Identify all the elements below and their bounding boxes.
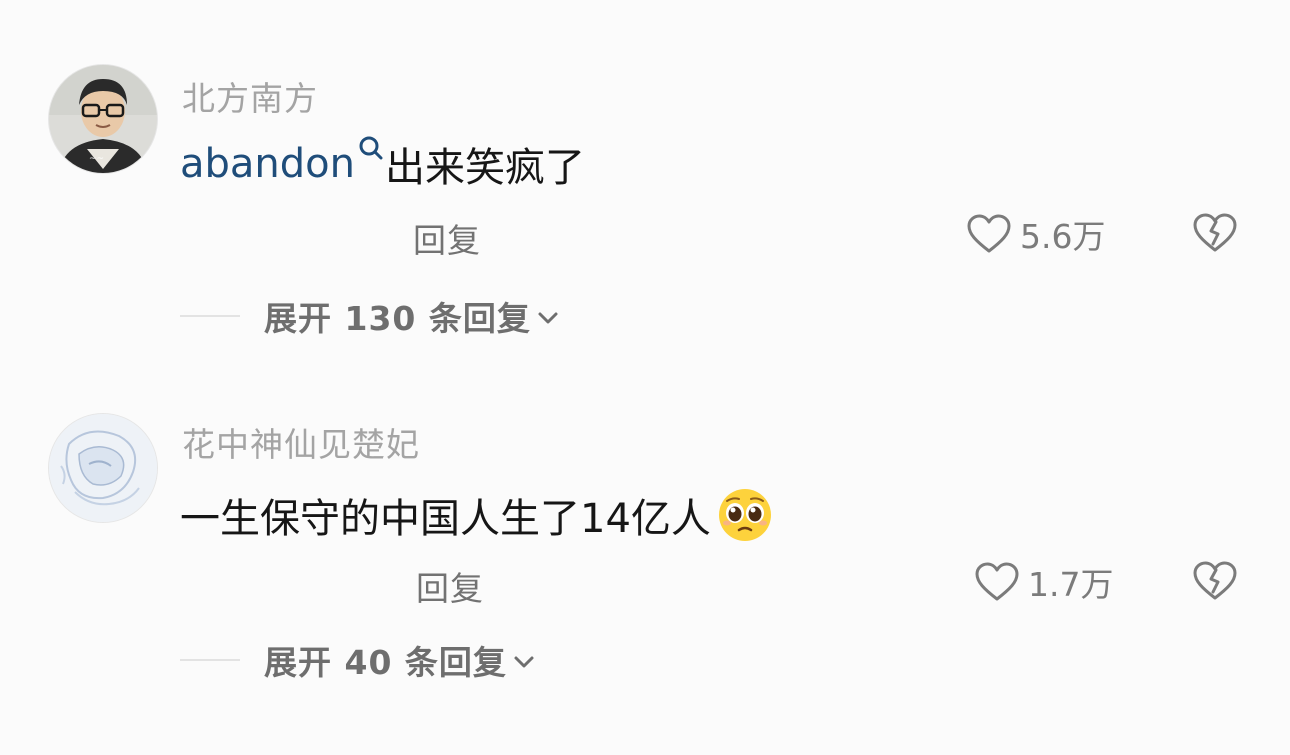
broken-heart-icon: [1193, 561, 1237, 600]
user-avatar[interactable]: ~~: [48, 64, 158, 174]
dislike-button[interactable]: [1192, 558, 1238, 604]
avatar-blue-sketch-icon: [49, 414, 157, 522]
broken-heart-icon: [1193, 213, 1237, 252]
divider-line: [180, 659, 240, 661]
like-count: 1.7万: [1028, 565, 1114, 604]
reply-button[interactable]: 回复: [416, 562, 484, 610]
comment-body: 出来笑疯了: [384, 145, 585, 191]
comment-body: 一生保守的中国人生了14亿人: [180, 496, 711, 542]
expand-replies-button[interactable]: 展开 40 条回复: [180, 636, 537, 684]
search-icon[interactable]: [355, 132, 385, 172]
reply-button[interactable]: 回复: [413, 214, 481, 262]
dislike-button[interactable]: [1192, 210, 1238, 256]
like-button[interactable]: 5.6万: [966, 212, 1105, 256]
comment-list: ~~ 北方南方 abandon 出来笑疯了 回复 5.6万 展开 130 条回复…: [0, 0, 1290, 755]
divider-line: [180, 315, 240, 317]
comment-username[interactable]: 北方南方: [182, 72, 318, 120]
comment-text: abandon 出来笑疯了: [180, 135, 585, 193]
expand-replies-label: 展开 130 条回复: [264, 299, 531, 338]
chevron-down-icon: [538, 312, 558, 324]
expand-replies-button[interactable]: 展开 130 条回复: [180, 292, 561, 340]
avatar-person-glasses-icon: ~~: [49, 65, 157, 173]
heart-outline-icon: [967, 214, 1011, 253]
chevron-down-icon: [514, 656, 534, 668]
expand-replies-label: 展开 40 条回复: [264, 643, 507, 682]
heart-outline-icon: [975, 562, 1019, 601]
comment-text: 一生保守的中国人生了14亿人: [180, 486, 773, 544]
user-avatar[interactable]: [48, 413, 158, 523]
like-button[interactable]: 1.7万: [974, 560, 1113, 604]
like-count: 5.6万: [1020, 217, 1106, 256]
mention-link[interactable]: abandon: [180, 141, 355, 187]
pleading-face-emoji-icon: [717, 487, 773, 543]
comment-username[interactable]: 花中神仙见楚妃: [182, 418, 420, 466]
comment-item: ~~ 北方南方 abandon 出来笑疯了 回复 5.6万 展开 130 条回复: [0, 0, 1290, 340]
svg-text:~~: ~~: [89, 154, 104, 164]
comment-item: 花中神仙见楚妃 一生保守的中国人生了14亿人 回复 1.7万 展开 40 条回复: [0, 348, 1290, 688]
